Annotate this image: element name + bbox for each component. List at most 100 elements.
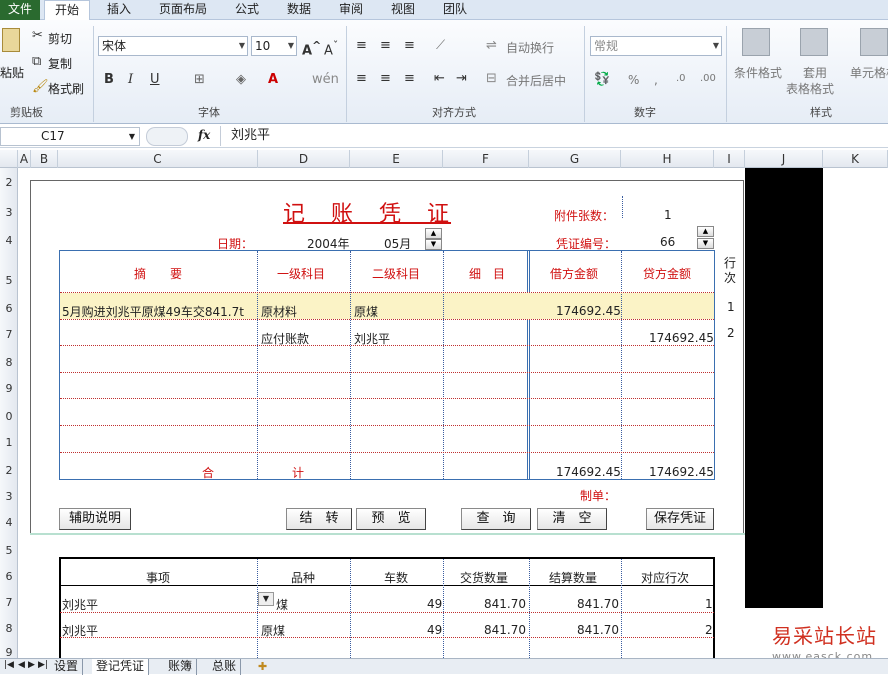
currency-icon[interactable]: 💱: [594, 72, 610, 88]
row2-account2[interactable]: 刘兆平: [354, 330, 390, 347]
sheet-tab-ledger[interactable]: 账簿: [164, 659, 198, 675]
table-format-button-line1[interactable]: 套用: [803, 64, 827, 81]
formula-bar-handle[interactable]: [146, 127, 188, 146]
align-middle-icon[interactable]: ≡: [380, 38, 391, 54]
detail-row1-item[interactable]: 刘兆平: [62, 596, 98, 613]
row-header[interactable]: 5: [0, 544, 18, 557]
row-header[interactable]: 8: [0, 622, 18, 635]
select-all-corner[interactable]: [0, 150, 18, 168]
grow-font-icon[interactable]: A^: [302, 38, 321, 59]
row-header[interactable]: 7: [0, 328, 18, 341]
help-button[interactable]: 辅助说明: [59, 508, 131, 530]
sheet-tab-register-voucher[interactable]: 登记凭证: [92, 659, 150, 675]
tab-data[interactable]: 数据: [276, 0, 322, 20]
column-header[interactable]: I: [714, 150, 745, 168]
column-header[interactable]: F: [443, 150, 529, 168]
row-header[interactable]: 4: [0, 234, 18, 247]
prev-sheet-icon[interactable]: ◀: [18, 660, 25, 670]
shrink-font-icon[interactable]: Aˇ: [324, 38, 338, 59]
detail-row2-line[interactable]: 2: [705, 623, 713, 637]
column-header[interactable]: C: [58, 150, 258, 168]
merge-center-button[interactable]: 合并后居中: [506, 72, 566, 89]
phonetic-icon[interactable]: wén: [312, 72, 339, 88]
cut-button[interactable]: 剪切: [48, 30, 72, 47]
detail-row1-cars[interactable]: 49: [427, 597, 442, 611]
table-format-button-line2[interactable]: 表格格式: [786, 80, 834, 97]
name-box[interactable]: C17 ▼: [0, 127, 140, 146]
tab-page-layout[interactable]: 页面布局: [148, 0, 218, 20]
row-header[interactable]: 9: [0, 382, 18, 395]
column-header[interactable]: B: [31, 150, 58, 168]
detail-row2-settled[interactable]: 841.70: [577, 623, 619, 637]
number-spinner-up[interactable]: ▲: [697, 226, 714, 237]
row1-account1[interactable]: 原材料: [261, 303, 297, 320]
sheet-tab-general-ledger[interactable]: 总账: [208, 659, 242, 675]
column-header[interactable]: E: [350, 150, 443, 168]
row1-account2[interactable]: 原煤: [354, 303, 378, 320]
underline-icon[interactable]: U: [150, 72, 160, 88]
align-top-icon[interactable]: ≡: [356, 38, 367, 54]
copy-button[interactable]: 复制: [48, 55, 72, 72]
paste-button[interactable]: 粘贴: [0, 64, 24, 81]
query-button[interactable]: 查 询: [461, 508, 531, 530]
font-name-select[interactable]: 宋体 ▼: [98, 36, 248, 56]
decrease-decimal-icon[interactable]: .00: [700, 71, 716, 87]
fill-color-icon[interactable]: ◈: [236, 72, 246, 88]
row2-credit[interactable]: 174692.45: [649, 331, 714, 345]
row-header[interactable]: 3: [0, 206, 18, 219]
row-header[interactable]: 5: [0, 274, 18, 287]
align-left-icon[interactable]: ≡: [356, 71, 367, 87]
row-header[interactable]: 3: [0, 490, 18, 503]
column-header[interactable]: K: [823, 150, 888, 168]
number-spinner-down[interactable]: ▼: [697, 238, 714, 249]
font-color-icon[interactable]: A: [268, 72, 278, 88]
cell-styles-button[interactable]: 单元格样: [850, 64, 888, 81]
row-header[interactable]: 1: [0, 436, 18, 449]
tab-home[interactable]: 开始: [44, 0, 90, 21]
format-painter-button[interactable]: 格式刷: [48, 80, 84, 97]
row-header[interactable]: 8: [0, 356, 18, 369]
tab-view[interactable]: 视图: [380, 0, 426, 20]
row-header[interactable]: 2: [0, 464, 18, 477]
formula-input[interactable]: 刘兆平: [220, 126, 888, 146]
bold-icon[interactable]: B: [104, 72, 114, 88]
align-right-icon[interactable]: ≡: [404, 71, 415, 87]
detail-row1-line[interactable]: 1: [705, 597, 713, 611]
text-orientation-icon[interactable]: ⟋: [436, 38, 445, 54]
font-size-select[interactable]: 10 ▼: [251, 36, 297, 56]
align-bottom-icon[interactable]: ≡: [404, 38, 415, 54]
detail-row1-settled[interactable]: 841.70: [577, 597, 619, 611]
row-header[interactable]: 7: [0, 596, 18, 609]
italic-icon[interactable]: I: [128, 72, 133, 88]
save-voucher-button[interactable]: 保存凭证: [646, 508, 714, 530]
row-header[interactable]: 6: [0, 302, 18, 315]
sheet-tab-settings[interactable]: 设置: [50, 659, 84, 675]
row1-debit[interactable]: 174692.45: [556, 304, 621, 318]
tab-review[interactable]: 审阅: [328, 0, 374, 20]
row-header[interactable]: 0: [0, 410, 18, 423]
row-header[interactable]: 2: [0, 176, 18, 189]
row-header[interactable]: 4: [0, 516, 18, 529]
column-header[interactable]: J: [745, 150, 823, 168]
row2-account1[interactable]: 应付账款: [261, 330, 309, 347]
detail-row1-delivered[interactable]: 841.70: [484, 597, 526, 611]
row-header[interactable]: 6: [0, 570, 18, 583]
align-center-icon[interactable]: ≡: [380, 71, 391, 87]
tab-insert[interactable]: 插入: [96, 0, 142, 20]
first-sheet-icon[interactable]: |◀: [4, 660, 14, 670]
column-header[interactable]: D: [258, 150, 350, 168]
decrease-indent-icon[interactable]: ⇤: [434, 71, 445, 87]
conditional-format-button[interactable]: 条件格式: [734, 64, 782, 81]
tab-formulas[interactable]: 公式: [224, 0, 270, 20]
month-spinner-up[interactable]: ▲: [425, 228, 442, 239]
month-spinner-down[interactable]: ▼: [425, 239, 442, 250]
increase-indent-icon[interactable]: ⇥: [456, 71, 467, 87]
comma-button[interactable]: ,: [654, 73, 658, 87]
paste-icon[interactable]: [2, 28, 20, 52]
detail-row1-kind[interactable]: 煤: [276, 596, 288, 613]
next-sheet-icon[interactable]: ▶: [28, 660, 35, 670]
column-header[interactable]: G: [529, 150, 621, 168]
last-sheet-icon[interactable]: ▶|: [38, 660, 48, 670]
border-icon[interactable]: ⊞: [194, 72, 205, 88]
column-header[interactable]: H: [621, 150, 714, 168]
